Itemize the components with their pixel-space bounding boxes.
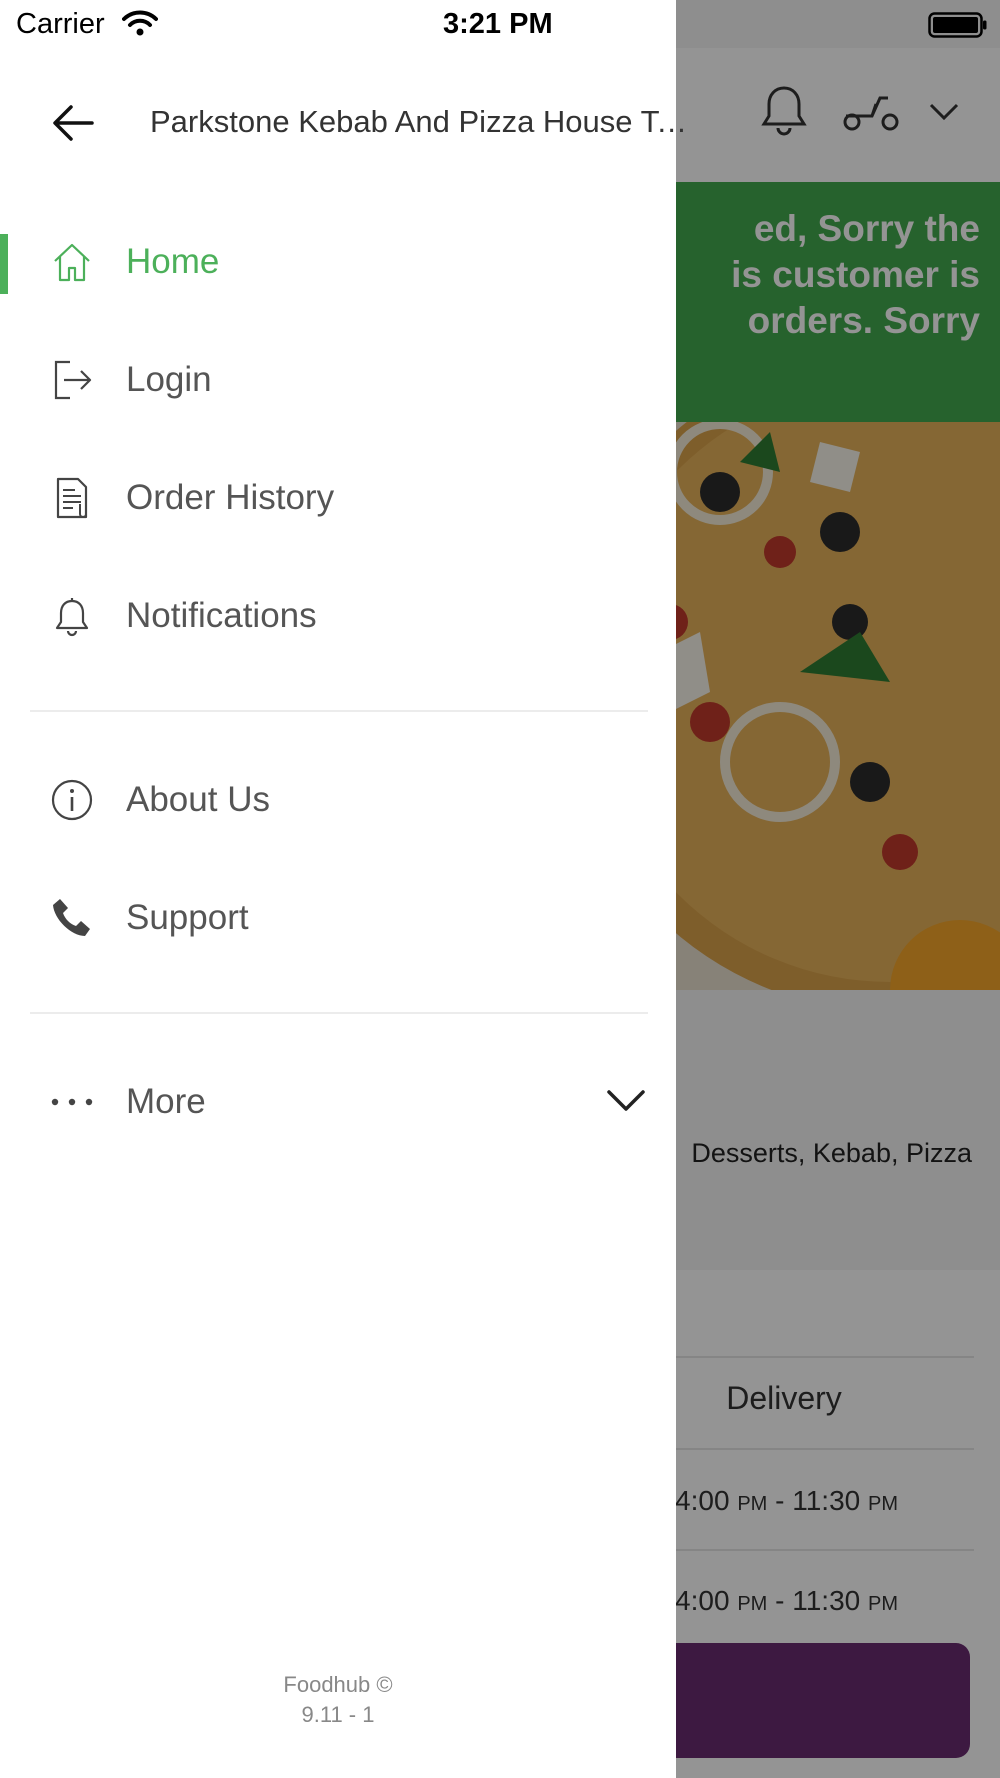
info-icon xyxy=(51,779,93,821)
carrier-label: Carrier xyxy=(16,8,105,40)
menu-item-label: Notifications xyxy=(126,596,317,635)
menu-item-order-history[interactable]: Order History xyxy=(0,448,676,548)
login-icon xyxy=(54,360,92,400)
menu-divider xyxy=(30,710,648,712)
menu-item-support[interactable]: Support xyxy=(0,868,676,968)
footer-version: 9.11 - 1 xyxy=(301,1702,375,1727)
menu-item-label: Support xyxy=(126,898,249,937)
menu-item-label: Login xyxy=(126,360,212,399)
menu-item-login[interactable]: Login xyxy=(0,330,676,430)
menu-item-more[interactable]: More xyxy=(0,1052,676,1152)
menu-item-home[interactable]: Home xyxy=(0,212,676,312)
navigation-drawer: Parkstone Kebab And Pizza House Take Awa… xyxy=(0,0,690,1778)
menu-item-notifications[interactable]: Notifications xyxy=(0,566,676,666)
menu-item-label: About Us xyxy=(126,780,270,819)
clock: 3:21 PM xyxy=(443,8,553,40)
footer-brand: Foodhub © xyxy=(283,1672,393,1697)
order-history-icon xyxy=(56,477,88,519)
menu-divider xyxy=(30,1012,648,1014)
phone-icon xyxy=(53,899,90,936)
back-arrow-icon[interactable] xyxy=(50,100,96,146)
menu-item-label: Order History xyxy=(126,478,335,517)
wifi-icon xyxy=(122,10,158,36)
status-bar: Carrier 3:21 PM xyxy=(0,0,1000,48)
menu-item-about-us[interactable]: About Us xyxy=(0,750,676,850)
bell-icon xyxy=(55,598,89,637)
chevron-down-icon[interactable] xyxy=(606,1088,646,1114)
menu-item-label: Home xyxy=(126,242,220,281)
home-icon xyxy=(54,243,90,282)
menu-item-label: More xyxy=(126,1082,206,1121)
battery-icon xyxy=(928,12,987,38)
more-icon xyxy=(51,1098,93,1106)
restaurant-title: Parkstone Kebab And Pizza House Take Awa… xyxy=(150,104,690,139)
